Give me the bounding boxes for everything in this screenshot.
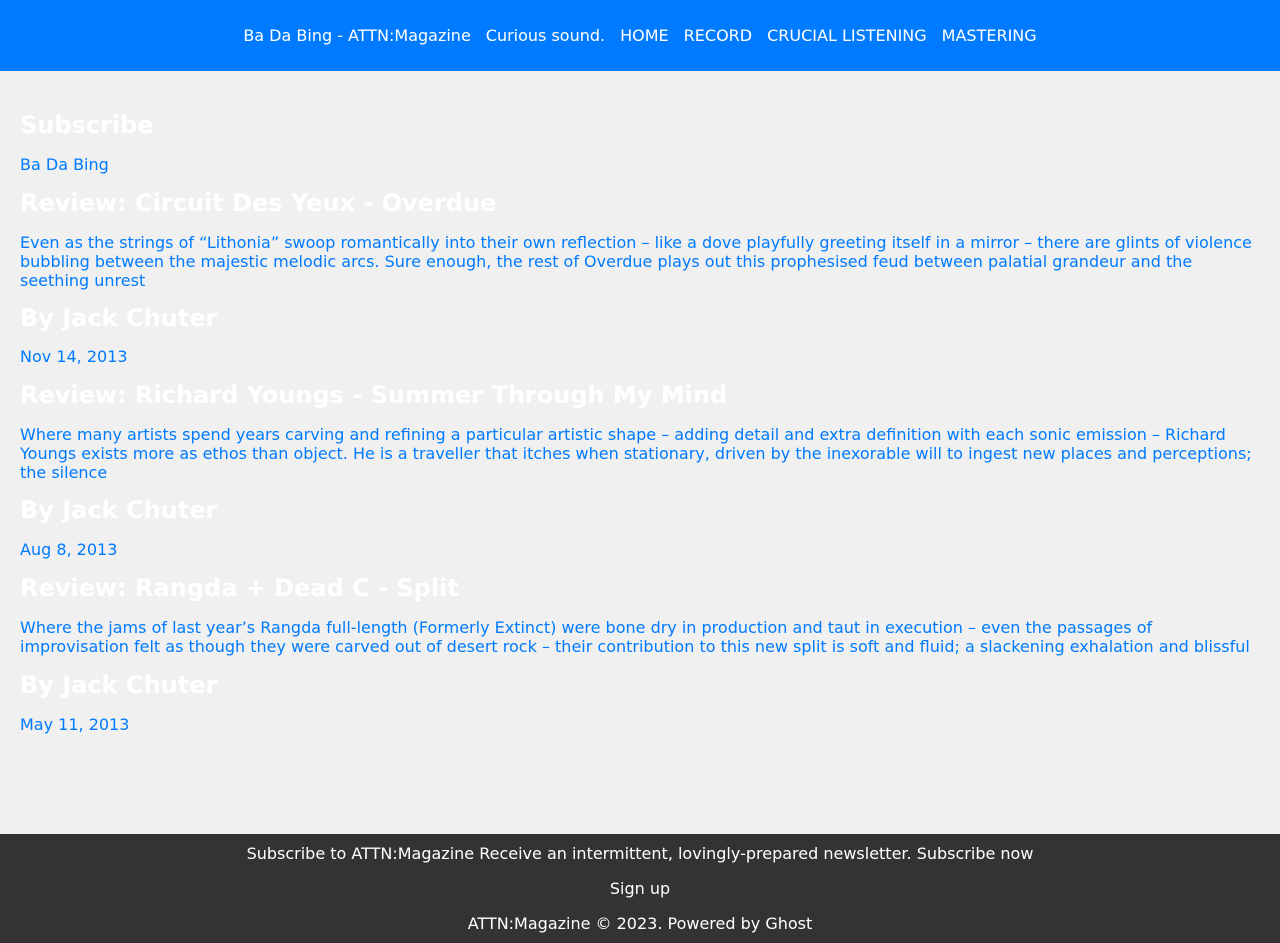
post-author: By Jack Chuter	[20, 671, 218, 699]
nav-brand-link[interactable]: Ba Da Bing - ATTN:Magazine	[243, 26, 470, 45]
post-excerpt-link[interactable]: Where the jams of last year’s Rangda ful…	[20, 618, 1260, 656]
post-author: By Jack Chuter	[20, 496, 218, 524]
nav-item-record[interactable]: RECORD	[684, 26, 752, 45]
post-title: Review: Richard Youngs - Summer Through …	[20, 381, 728, 409]
tag-link-ba-da-bing[interactable]: Ba Da Bing	[20, 155, 1260, 174]
post-item: Review: Rangda + Dead C - Split Where th…	[20, 574, 1260, 734]
post-item: Review: Richard Youngs - Summer Through …	[20, 381, 1260, 559]
post-date-link[interactable]: May 11, 2013	[20, 715, 1260, 734]
subscribe-heading: Subscribe	[20, 111, 154, 139]
footer-subscribe-line: Subscribe to ATTN:Magazine Receive an in…	[0, 844, 1280, 863]
nav-item-mastering[interactable]: MASTERING	[942, 26, 1037, 45]
main-nav: Ba Da Bing - ATTN:Magazine Curious sound…	[236, 26, 1044, 45]
footer-signup-button[interactable]: Sign up	[610, 879, 670, 898]
post-date-link[interactable]: Nov 14, 2013	[20, 347, 1260, 366]
nav-item-home[interactable]: HOME	[620, 26, 669, 45]
top-navigation-bar: Ba Da Bing - ATTN:Magazine Curious sound…	[0, 0, 1280, 71]
nav-item-crucial-listening[interactable]: CRUCIAL LISTENING	[767, 26, 927, 45]
post-item: Review: Circuit Des Yeux - Overdue Even …	[20, 189, 1260, 366]
post-title: Review: Rangda + Dead C - Split	[20, 574, 459, 602]
post-excerpt-link[interactable]: Even as the strings of “Lithonia” swoop …	[20, 233, 1260, 290]
post-excerpt-link[interactable]: Where many artists spend years carving a…	[20, 425, 1260, 482]
nav-tagline-link[interactable]: Curious sound.	[486, 26, 605, 45]
post-date-link[interactable]: Aug 8, 2013	[20, 540, 1260, 559]
footer-subscribe-link[interactable]: Subscribe to ATTN:Magazine Receive an in…	[247, 844, 1034, 863]
footer-copyright: ATTN:Magazine © 2023. Powered by Ghost	[467, 914, 813, 933]
post-title: Review: Circuit Des Yeux - Overdue	[20, 189, 497, 217]
footer-signup-row: Sign up	[0, 879, 1280, 898]
main-content: Subscribe Ba Da Bing Review: Circuit Des…	[0, 71, 1280, 814]
post-author: By Jack Chuter	[20, 304, 218, 332]
subscribe-section: Subscribe Ba Da Bing	[20, 111, 1260, 174]
site-footer: Subscribe to ATTN:Magazine Receive an in…	[0, 834, 1280, 943]
